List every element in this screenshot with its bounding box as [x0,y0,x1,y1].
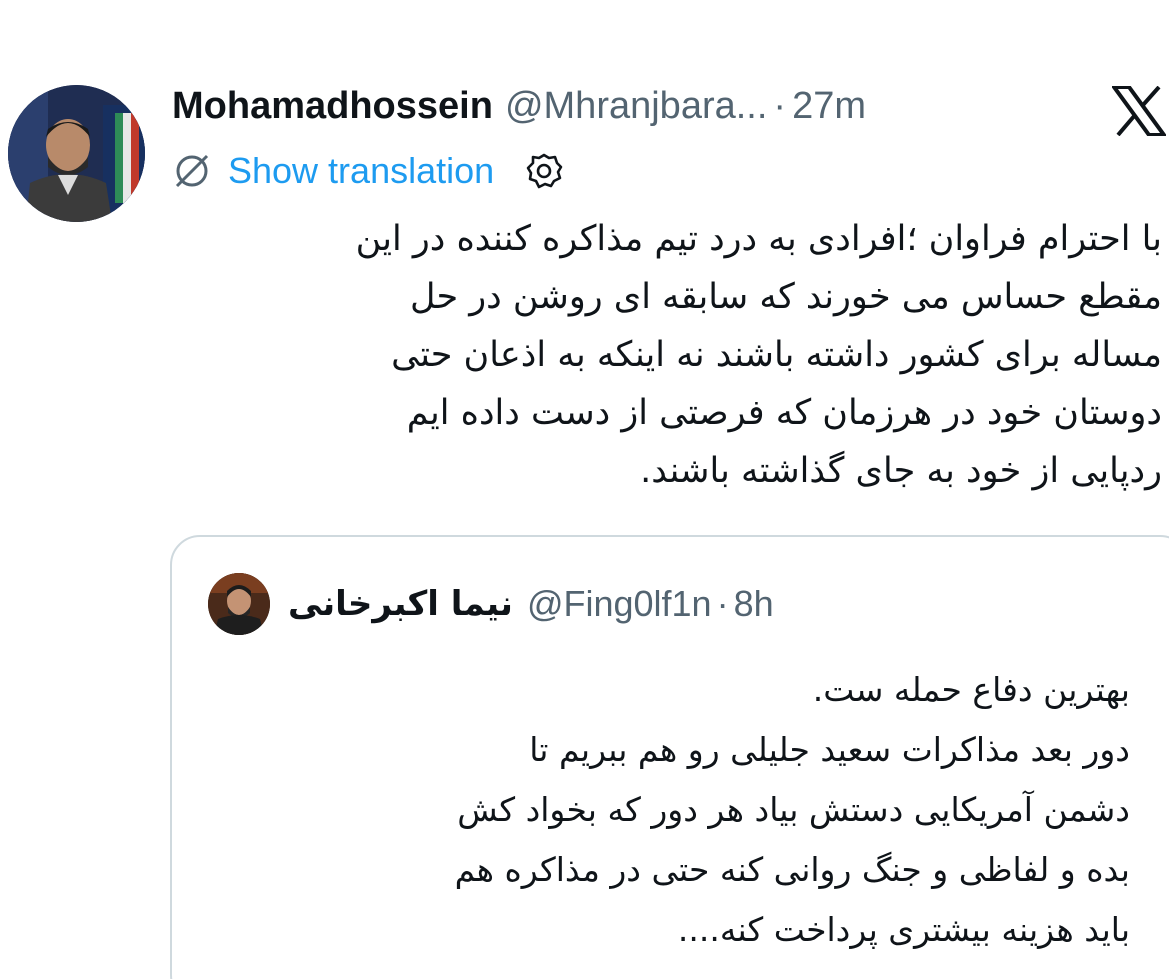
show-translation-link[interactable]: Show translation [228,150,494,192]
separator-dot: · [773,84,787,127]
quoted-tweet-body-text: بهترین دفاع حمله ست. دور بعد مذاکرات سعی… [454,670,1130,949]
x-logo-icon [1112,86,1166,136]
author-avatar[interactable] [8,85,145,222]
tweet-timestamp[interactable]: 27m [792,85,866,128]
quoted-author-display-name[interactable]: نیما اکبرخانی [288,584,513,624]
gear-icon[interactable] [524,151,564,191]
tweet-body-text: با احترام فراوان ؛افرادی به درد تیم مذاک… [355,219,1162,491]
quoted-tweet-timestamp[interactable]: 8h [734,583,774,625]
quoted-author-handle[interactable]: @Fing0lf1n [527,583,712,625]
translation-row: Show translation [172,145,564,197]
globe-slash-icon [175,154,209,188]
quoted-tweet-header: نیما اکبرخانی @Fing0lf1n · 8h [208,572,774,636]
tweet-header: Mohamadhossein @Mhranjbara... · 27m [172,78,866,134]
quoted-author-avatar[interactable] [208,573,270,635]
author-handle[interactable]: @Mhranjbara... [505,85,767,128]
quoted-separator-dot: · [716,583,729,624]
quoted-author-avatar-image [208,573,270,635]
author-display-name[interactable]: Mohamadhossein [172,85,493,128]
author-avatar-image [8,85,145,222]
